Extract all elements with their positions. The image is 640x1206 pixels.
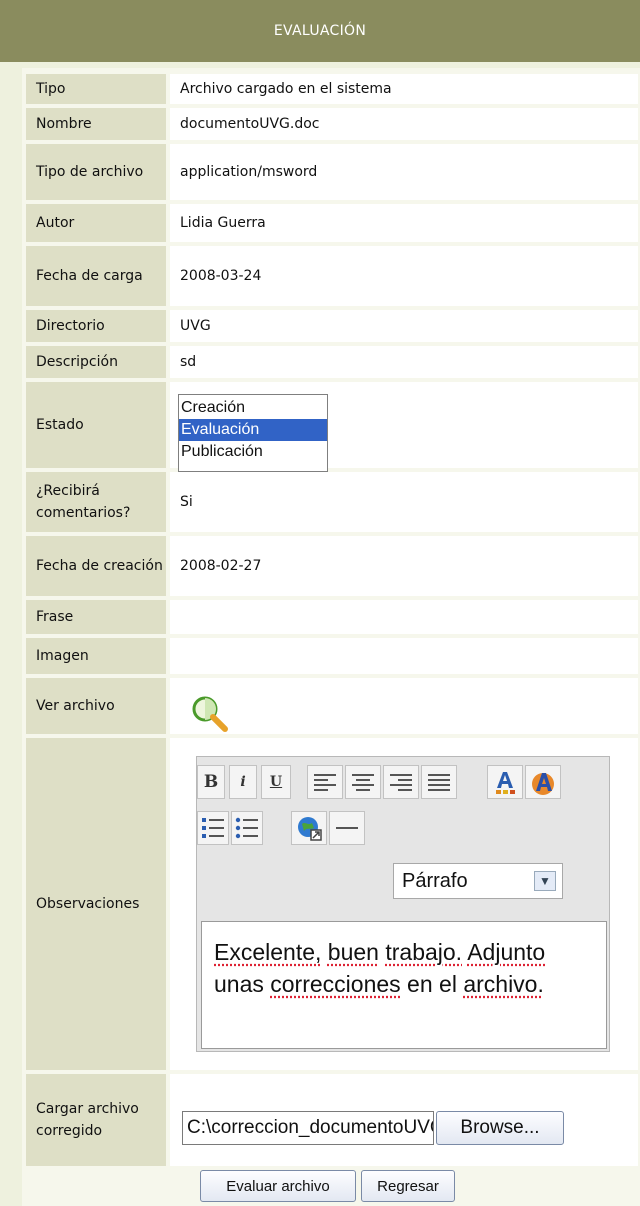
row-frase: Frase [26,600,638,634]
bullet-list-button[interactable] [231,811,263,845]
value-nombre: documentoUVG.doc [170,108,638,140]
magnifier-icon[interactable] [190,694,230,734]
label-fecha-carga: Fecha de carga [26,246,166,306]
row-tipo: Tipo Archivo cargado en el sistema [26,74,638,104]
underline-button[interactable]: U [261,765,291,799]
row-tipo-archivo: Tipo de archivo application/msword [26,144,638,200]
label-ver-archivo: Ver archivo [26,678,166,734]
row-cargar-archivo: Cargar archivo corregido C:\correccion_d… [26,1074,638,1166]
numbered-list-button[interactable] [197,811,229,845]
page-header: EVALUACIÓN [0,0,640,62]
horizontal-rule-icon [336,827,358,829]
editor-word: Adjunto [467,939,546,965]
editor-word: unas [214,971,264,997]
editor-word: archivo. [463,971,544,997]
value-ver-archivo [170,678,638,734]
regresar-button[interactable]: Regresar [361,1170,455,1202]
rich-text-editor: B i U Párrafo ▼ Excelente, buen trabajo.… [196,756,610,1052]
globe-link-icon [298,817,322,841]
value-descripcion: sd [170,346,638,378]
label-comentarios: ¿Recibirá comentarios? [26,472,166,532]
value-tipo-archivo: application/msword [170,144,638,200]
value-comentarios: Si [170,472,638,532]
insert-link-button[interactable] [291,811,327,845]
label-tipo: Tipo [26,74,166,104]
row-autor: Autor Lidia Guerra [26,204,638,242]
chevron-down-icon[interactable]: ▼ [534,871,556,891]
row-estado: Estado Creación Evaluación Publicación [26,382,638,472]
row-fecha-creacion: Fecha de creación 2008-02-27 [26,536,638,596]
file-path-input[interactable]: C:\correccion_documentoUVG.doc [182,1111,434,1145]
value-fecha-creacion: 2008-02-27 [170,536,638,596]
label-nombre: Nombre [26,108,166,140]
editor-word: buen [327,939,379,965]
value-tipo: Archivo cargado en el sistema [170,74,638,104]
justify-button[interactable] [421,765,457,799]
editor-word: en [407,971,433,997]
row-comentarios: ¿Recibirá comentarios? Si [26,472,638,532]
evaluar-archivo-button[interactable]: Evaluar archivo [200,1170,356,1202]
label-autor: Autor [26,204,166,242]
format-select[interactable]: Párrafo ▼ [393,863,563,899]
label-imagen: Imagen [26,638,166,674]
label-tipo-archivo: Tipo de archivo [26,144,166,200]
align-right-button[interactable] [383,765,419,799]
row-nombre: Nombre documentoUVG.doc [26,108,638,140]
align-center-button[interactable] [345,765,381,799]
value-cargar-archivo: C:\correccion_documentoUVG.doc Browse... [170,1074,638,1166]
background-color-button[interactable] [525,765,561,799]
estado-listbox[interactable]: Creación Evaluación Publicación [178,394,328,472]
row-directorio: Directorio UVG [26,310,638,342]
value-estado: Creación Evaluación Publicación [170,382,638,472]
editor-word: Excelente, [214,939,322,965]
value-imagen [170,638,638,674]
label-observaciones: Observaciones [26,738,166,1070]
value-directorio: UVG [170,310,638,342]
bullet-list-icon [235,817,258,839]
row-fecha-carga: Fecha de carga 2008-03-24 [26,246,638,306]
align-center-icon [352,771,374,794]
row-ver-archivo: Ver archivo [26,678,638,734]
numbered-list-icon [202,818,224,838]
align-left-button[interactable] [307,765,343,799]
text-color-icon [496,772,515,794]
row-imagen: Imagen [26,638,638,674]
editor-word: correcciones [270,971,401,997]
estado-option-evaluacion[interactable]: Evaluación [179,419,327,441]
justify-icon [428,771,450,794]
label-directorio: Directorio [26,310,166,342]
row-observaciones: Observaciones B i U Párrafo ▼ Excelente,… [26,738,638,1070]
page-title: EVALUACIÓN [273,23,367,39]
label-fecha-creacion: Fecha de creación [26,536,166,596]
bold-button[interactable]: B [197,765,225,799]
browse-button[interactable]: Browse... [436,1111,564,1145]
label-frase: Frase [26,600,166,634]
editor-content-area[interactable]: Excelente, buen trabajo. Adjunto unas co… [201,921,607,1049]
horizontal-rule-button[interactable] [329,811,365,845]
editor-word: el [439,971,457,997]
value-autor: Lidia Guerra [170,204,638,242]
text-color-button[interactable] [487,765,523,799]
estado-option-creacion[interactable]: Creación [179,397,327,419]
row-descripcion: Descripción sd [26,346,638,378]
label-descripcion: Descripción [26,346,166,378]
align-left-icon [314,771,336,794]
value-frase [170,600,638,634]
italic-button[interactable]: i [229,765,257,799]
label-estado: Estado [26,382,166,468]
editor-word: trabajo. [385,939,463,965]
background-color-icon [532,773,554,795]
estado-option-publicacion[interactable]: Publicación [179,441,327,463]
label-cargar-archivo: Cargar archivo corregido [26,1074,166,1166]
align-right-icon [390,771,412,794]
format-select-value: Párrafo [402,869,468,892]
value-fecha-carga: 2008-03-24 [170,246,638,306]
value-observaciones: B i U Párrafo ▼ Excelente, buen trabajo.… [170,738,638,1070]
